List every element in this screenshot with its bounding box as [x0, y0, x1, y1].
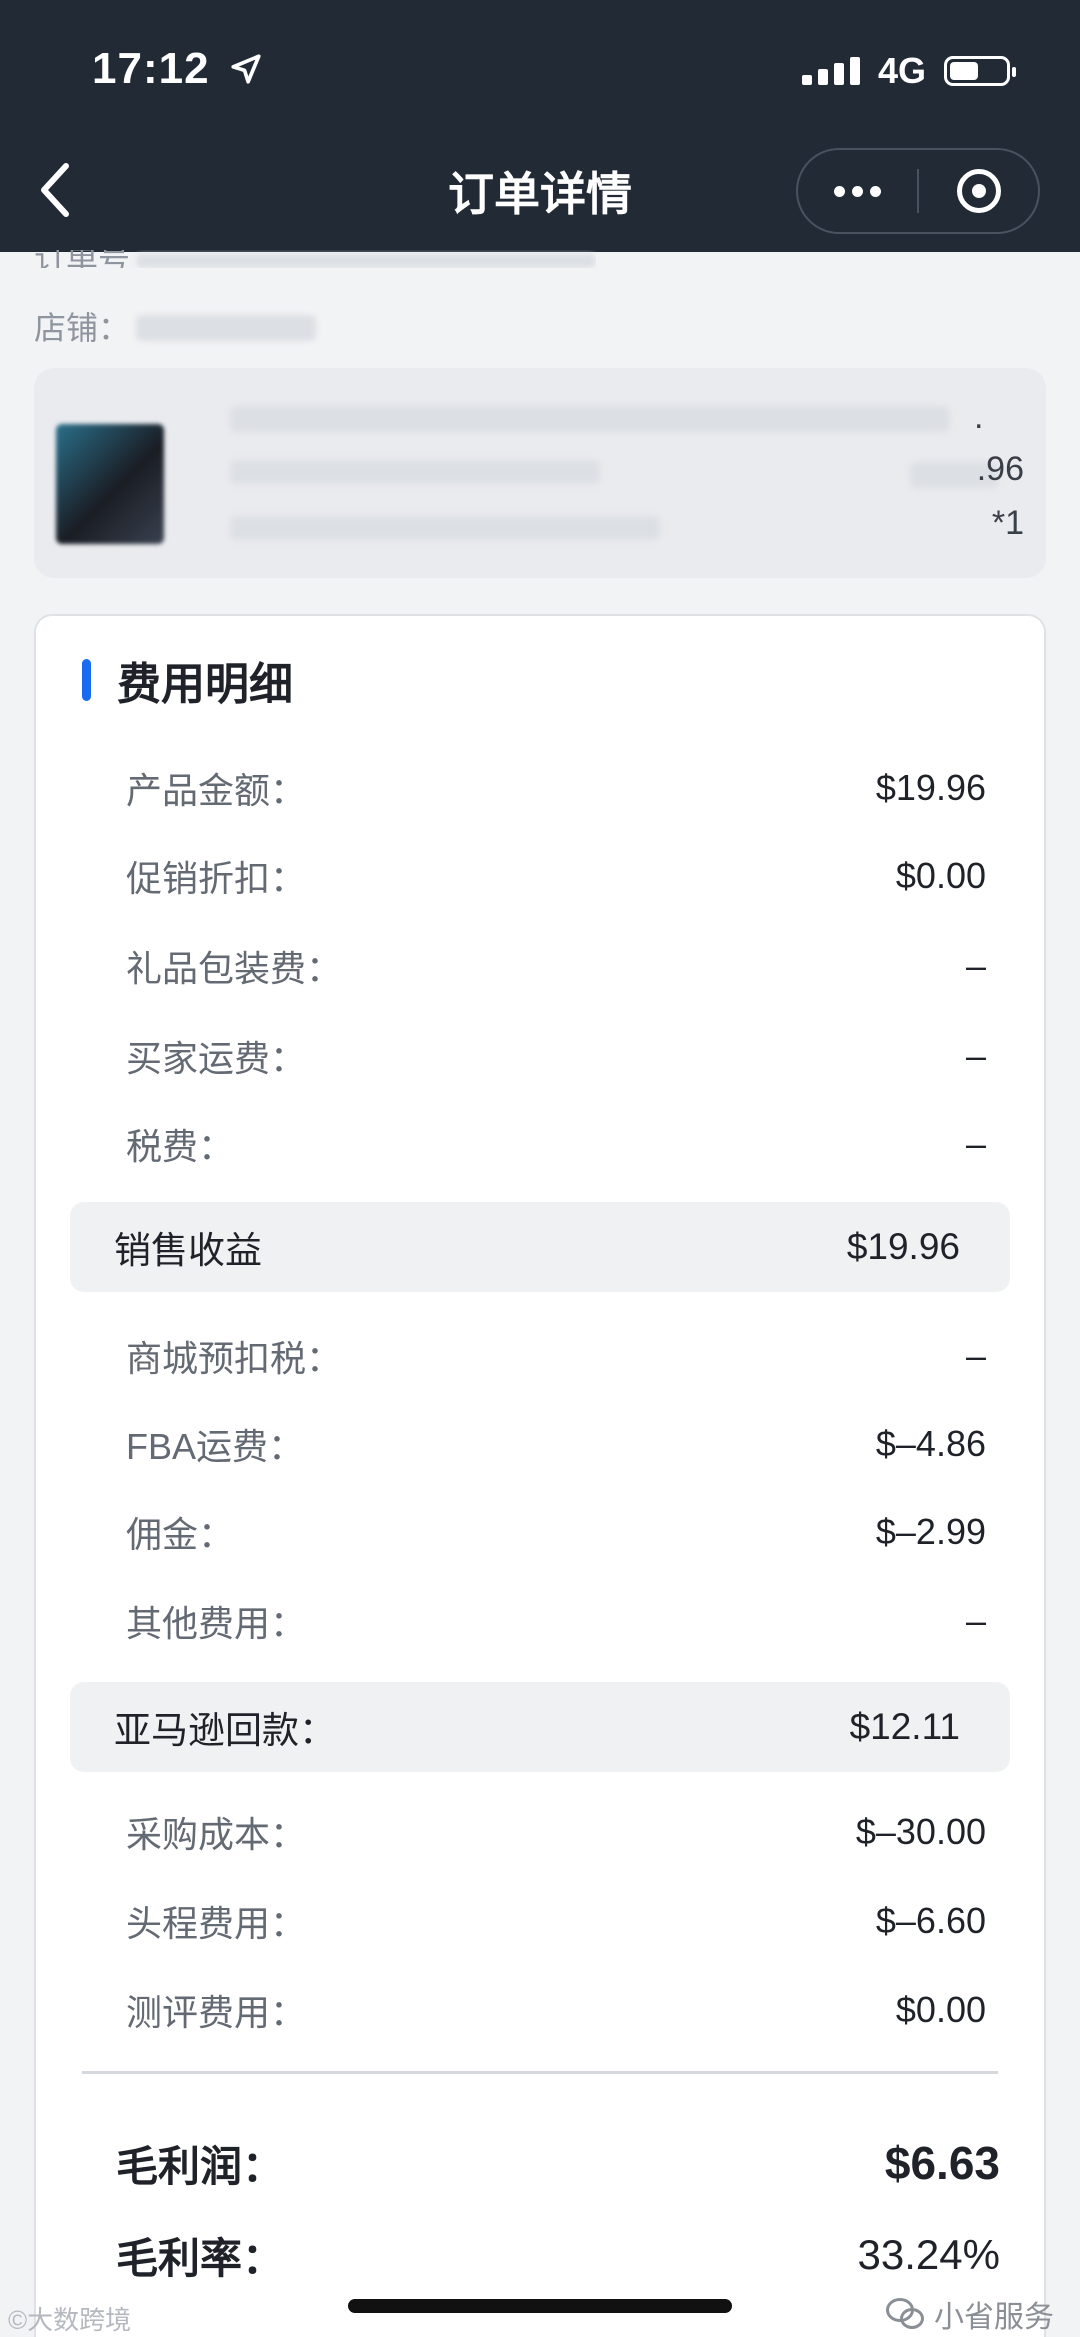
more-dots-icon[interactable]: [798, 185, 917, 197]
battery-icon: [944, 56, 1016, 86]
fee-row-review-cost: 测评费用： $0.00: [126, 1980, 986, 2040]
fee-label: 产品金额：: [126, 770, 307, 811]
fee-row-product-amount: 产品金额： $19.96: [126, 758, 986, 818]
gross-profit-row: 毛利润： $6.63: [116, 2128, 1000, 2198]
fee-label: 佣金：: [126, 1514, 235, 1555]
fee-label: 促销折扣：: [126, 858, 307, 899]
watermark-right-text: 小省服务: [934, 2301, 1054, 2334]
shop-label: 店铺：: [34, 310, 131, 346]
product-sku-redacted: [230, 460, 600, 484]
fee-value: –: [965, 945, 986, 986]
status-time: 17:12: [92, 44, 263, 94]
amazon-payout-row: 亚马逊回款： $12.11: [70, 1682, 1010, 1772]
sales-income-row: 销售收益 $19.96: [70, 1202, 1010, 1292]
fee-label: 买家运费：: [126, 1038, 307, 1079]
fee-value: $–6.60: [875, 1900, 986, 1941]
amazon-payout-label: 亚马逊回款：: [114, 1710, 336, 1751]
fee-value: $–30.00: [855, 1811, 986, 1852]
fee-label: 采购成本：: [126, 1814, 307, 1855]
network-type: 4G: [877, 50, 926, 91]
fee-value: $19.96: [875, 767, 986, 808]
fee-value: $–2.99: [875, 1511, 986, 1552]
fee-label: 头程费用：: [126, 1903, 307, 1944]
fee-value: –: [965, 1335, 986, 1376]
fee-value: –: [965, 1600, 986, 1641]
product-price: .96: [976, 450, 1024, 488]
fee-row-promo-discount: 促销折扣： $0.00: [126, 846, 986, 906]
total-divider: [82, 2071, 998, 2074]
status-time-text: 17:12: [92, 44, 210, 93]
fee-value: $0.00: [895, 855, 986, 896]
top-bar: 17:12 4G 订单详情: [0, 0, 1080, 252]
product-title-redacted: [230, 406, 950, 432]
watermark-right: 小省服务: [886, 2292, 1054, 2336]
amazon-payout-value: $12.11: [849, 1706, 960, 1747]
fee-row-other-fees: 其他费用： –: [126, 1591, 986, 1651]
fee-label: FBA运费：: [126, 1426, 305, 1467]
fee-value: –: [965, 1123, 986, 1164]
fee-value: $0.00: [895, 1989, 986, 2030]
fee-value: –: [965, 1035, 986, 1076]
fee-value: $–4.86: [875, 1423, 986, 1464]
product-card[interactable]: . .96 *1: [34, 368, 1046, 578]
fee-label: 商城预扣税：: [126, 1338, 343, 1379]
sales-income-value: $19.96: [846, 1226, 960, 1267]
fee-label: 礼品包装费：: [126, 948, 343, 989]
home-indicator[interactable]: [348, 2299, 732, 2313]
order-meta: 订单号 店铺：: [34, 250, 597, 360]
order-number-line: 订单号: [34, 250, 597, 268]
fee-header: 费用明细: [82, 650, 293, 710]
shop-line: 店铺：: [34, 296, 596, 360]
fee-label: 测评费用：: [126, 1992, 307, 2033]
gross-profit-label: 毛利润：: [116, 2142, 285, 2190]
shop-name-redacted: [136, 315, 317, 341]
fee-row-buyer-shipping: 买家运费： –: [126, 1026, 986, 1086]
product-title-dot: .: [974, 398, 984, 436]
gross-profit-value: $6.63: [884, 2137, 1000, 2189]
status-indicators: 4G: [801, 50, 1016, 92]
fee-label: 税费：: [126, 1126, 235, 1167]
gross-margin-row: 毛利率： 33.24%: [116, 2220, 1000, 2290]
mini-program-capsule: [796, 148, 1040, 234]
gross-margin-value: 33.24%: [857, 2231, 1000, 2278]
watermark-left: ©大数跨境: [8, 2305, 132, 2335]
order-number-redacted: [136, 254, 597, 268]
fee-row-marketplace-tax: 商城预扣税： –: [126, 1326, 986, 1386]
product-quantity: *1: [991, 504, 1024, 542]
fee-row-fba-shipping: FBA运费： $–4.86: [126, 1414, 986, 1474]
close-button[interactable]: [919, 169, 1038, 213]
fee-row-first-leg-freight: 头程费用： $–6.60: [126, 1891, 986, 1951]
fee-title: 费用明细: [117, 660, 293, 709]
order-number-label: 订单号: [34, 250, 131, 268]
product-spec-redacted: [230, 516, 660, 540]
fee-row-tax: 税费： –: [126, 1114, 986, 1174]
wechat-icon: [886, 2298, 926, 2330]
location-arrow-icon: [231, 54, 261, 84]
sales-income-label: 销售收益: [114, 1230, 262, 1271]
signal-icon: [801, 57, 860, 85]
close-target-icon: [956, 169, 1001, 213]
fee-row-gift-wrap: 礼品包装费： –: [126, 936, 986, 996]
fee-row-commission: 佣金： $–2.99: [126, 1502, 986, 1562]
product-thumbnail: [56, 424, 164, 544]
fee-detail-card: 费用明细 产品金额： $19.96 促销折扣： $0.00 礼品包装费： – 买…: [34, 614, 1046, 2337]
gross-margin-label: 毛利率：: [116, 2234, 285, 2282]
fee-label: 其他费用：: [126, 1603, 307, 1644]
fee-row-purchase-cost: 采购成本： $–30.00: [126, 1802, 986, 1862]
section-accent-bar: [82, 659, 91, 701]
